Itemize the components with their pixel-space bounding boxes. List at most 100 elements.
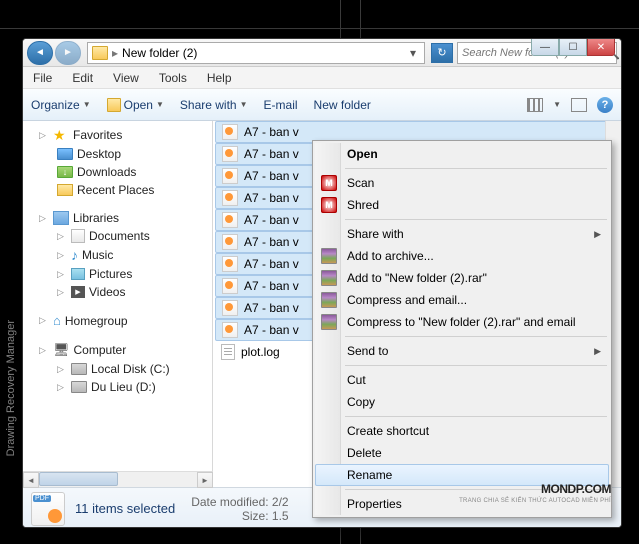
winrar-icon — [321, 314, 337, 330]
menu-help[interactable]: Help — [203, 69, 236, 87]
videos-icon — [71, 286, 85, 298]
tree-desktop[interactable]: Desktop — [23, 145, 212, 163]
navigation-tree[interactable]: ▷★Favorites Desktop Downloads Recent Pla… — [23, 121, 213, 487]
tree-homegroup[interactable]: ▷⌂Homegroup — [23, 311, 212, 330]
downloads-icon — [57, 166, 73, 178]
address-dropdown-icon[interactable]: ▾ — [406, 46, 420, 60]
breadcrumb-path[interactable]: New folder (2) — [122, 46, 406, 60]
pictures-icon — [71, 268, 85, 280]
ctx-delete[interactable]: Delete — [315, 442, 609, 464]
desktop-icon — [57, 148, 73, 160]
folder-icon — [92, 46, 108, 60]
ctx-create-shortcut[interactable]: Create shortcut — [315, 420, 609, 442]
email-button[interactable]: E-mail — [264, 98, 298, 112]
ctx-shred[interactable]: MShred — [315, 194, 609, 216]
watermark: MONDP.COM TRANG CHIA SẺ KIẾN THỨC AUTOCA… — [459, 477, 611, 504]
dwg-file-icon — [222, 146, 238, 162]
open-button[interactable]: Open▼ — [107, 98, 164, 112]
ctx-open[interactable]: Open — [315, 143, 609, 165]
tree-horizontal-scrollbar[interactable]: ◄ ► — [23, 471, 213, 487]
file-name: A7 - ban v — [244, 257, 299, 271]
file-name: A7 - ban v — [244, 213, 299, 227]
window-controls: — ☐ ✕ — [531, 38, 615, 56]
mcafee-icon: M — [321, 197, 337, 213]
ctx-scan[interactable]: MScan — [315, 172, 609, 194]
sidebar-panel-title: Drawing Recovery Manager — [5, 320, 17, 456]
dwg-file-icon — [222, 300, 238, 316]
selection-count: 11 items selected — [75, 501, 175, 516]
ctx-send-to[interactable]: Send to▶ — [315, 340, 609, 362]
menu-tools[interactable]: Tools — [155, 69, 191, 87]
tree-music[interactable]: ▷♪Music — [23, 245, 212, 265]
music-icon: ♪ — [71, 247, 78, 263]
file-name: A7 - ban v — [244, 125, 299, 139]
share-with-button[interactable]: Share with▼ — [180, 98, 248, 112]
winrar-icon — [321, 248, 337, 264]
scroll-left-button[interactable]: ◄ — [23, 472, 39, 488]
ctx-share-with[interactable]: Share with▶ — [315, 223, 609, 245]
preview-pane-button[interactable] — [571, 98, 587, 112]
file-name: A7 - ban v — [244, 235, 299, 249]
ctx-copy[interactable]: Copy — [315, 391, 609, 413]
ctx-compress-email[interactable]: Compress and email... — [315, 289, 609, 311]
toolbar: Organize▼ Open▼ Share with▼ E-mail New f… — [23, 89, 621, 121]
tree-recent[interactable]: Recent Places — [23, 181, 212, 199]
nav-forward-button[interactable]: ► — [55, 41, 81, 65]
tree-pictures[interactable]: ▷Pictures — [23, 265, 212, 283]
documents-icon — [71, 229, 85, 243]
dwg-file-icon — [222, 256, 238, 272]
file-name: A7 - ban v — [244, 323, 299, 337]
dwg-file-icon — [222, 190, 238, 206]
tree-local-disk[interactable]: ▷Local Disk (C:) — [23, 360, 212, 378]
tree-documents[interactable]: ▷Documents — [23, 227, 212, 245]
file-name: A7 - ban v — [244, 147, 299, 161]
ctx-cut[interactable]: Cut — [315, 369, 609, 391]
maximize-button[interactable]: ☐ — [559, 38, 587, 56]
winrar-icon — [321, 270, 337, 286]
submenu-arrow-icon: ▶ — [594, 346, 601, 357]
help-icon[interactable]: ? — [597, 97, 613, 113]
disk-icon — [71, 363, 87, 375]
homegroup-icon: ⌂ — [53, 313, 61, 328]
file-name: A7 - ban v — [244, 169, 299, 183]
menu-file[interactable]: File — [29, 69, 56, 87]
dwg-file-icon — [222, 124, 238, 140]
address-bar[interactable]: ▸ New folder (2) ▾ — [87, 42, 425, 64]
libraries-icon — [53, 211, 69, 225]
tree-computer[interactable]: ▷🖥Computer — [23, 340, 212, 360]
dwg-file-icon — [222, 234, 238, 250]
selection-icon — [31, 492, 65, 526]
scroll-right-button[interactable]: ► — [197, 472, 213, 488]
scrollbar-thumb[interactable] — [39, 472, 118, 486]
ctx-add-archive[interactable]: Add to archive... — [315, 245, 609, 267]
ctx-add-rar[interactable]: Add to "New folder (2).rar" — [315, 267, 609, 289]
dwg-file-icon — [222, 168, 238, 184]
tree-downloads[interactable]: Downloads — [23, 163, 212, 181]
file-name: A7 - ban v — [244, 301, 299, 315]
log-file-icon — [221, 344, 235, 360]
tree-libraries[interactable]: ▷Libraries — [23, 209, 212, 227]
tree-favorites[interactable]: ▷★Favorites — [23, 125, 212, 145]
winrar-icon — [321, 292, 337, 308]
menu-view[interactable]: View — [109, 69, 143, 87]
close-button[interactable]: ✕ — [587, 38, 615, 56]
menu-edit[interactable]: Edit — [68, 69, 97, 87]
disk-icon — [71, 381, 87, 393]
view-options-button[interactable] — [527, 98, 543, 112]
open-icon — [107, 98, 121, 112]
dwg-file-icon — [222, 322, 238, 338]
submenu-arrow-icon: ▶ — [594, 229, 601, 240]
refresh-button[interactable]: ↻ — [431, 43, 453, 63]
organize-button[interactable]: Organize▼ — [31, 98, 91, 112]
new-folder-button[interactable]: New folder — [314, 98, 371, 112]
star-icon: ★ — [53, 127, 69, 143]
nav-back-button[interactable]: ◄ — [27, 41, 53, 65]
tree-videos[interactable]: ▷Videos — [23, 283, 212, 301]
computer-icon: 🖥 — [53, 342, 70, 358]
breadcrumb-chevron-icon: ▸ — [112, 46, 118, 60]
minimize-button[interactable]: — — [531, 38, 559, 56]
dwg-file-icon — [222, 212, 238, 228]
tree-du-lieu[interactable]: ▷Du Lieu (D:) — [23, 378, 212, 396]
ctx-compress-rar-email[interactable]: Compress to "New folder (2).rar" and ema… — [315, 311, 609, 333]
mcafee-icon: M — [321, 175, 337, 191]
